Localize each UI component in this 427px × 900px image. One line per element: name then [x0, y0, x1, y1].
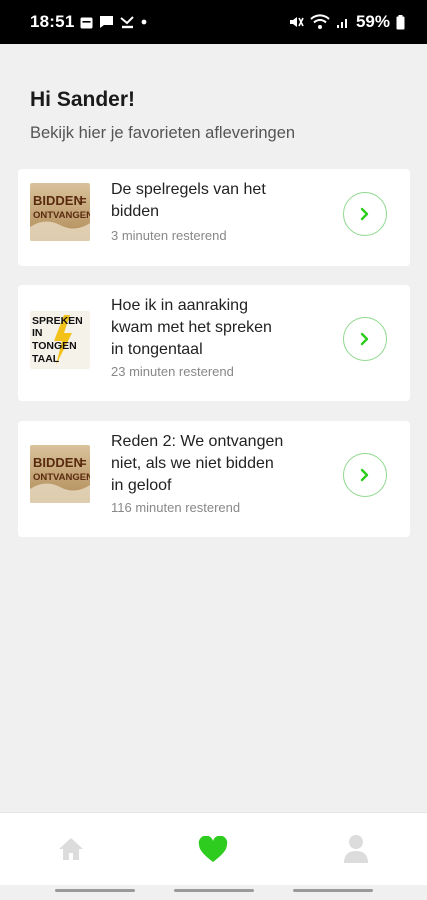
wifi-icon [310, 14, 330, 30]
episode-remaining: 3 minuten resterend [111, 228, 227, 243]
chevron-right-icon [360, 207, 369, 221]
chevron-right-icon [360, 468, 369, 482]
episode-card[interactable]: BIDDEN = ONTVANGEN De spelregels van het… [18, 169, 410, 266]
episode-title: Reden 2: We ontvangen niet, als we niet … [111, 433, 284, 494]
thumb-sign: = [79, 193, 87, 208]
thumb-line1: BIDDEN [33, 193, 83, 208]
episode-thumbnail: BIDDEN = ONTVANGEN [30, 445, 90, 503]
heart-icon [198, 835, 228, 862]
episode-thumbnail: BIDDEN = ONTVANGEN [30, 183, 90, 241]
play-button[interactable] [343, 192, 387, 236]
calendar-icon [80, 16, 93, 29]
thumb-line4: TAAL [32, 353, 60, 365]
chevron-right-icon [360, 332, 369, 346]
episode-title: De spelregels van het bidden [111, 181, 266, 220]
episode-remaining: 23 minuten resterend [111, 364, 234, 379]
profile-icon [344, 835, 368, 863]
gesture-indicator [293, 889, 373, 892]
thumb-line1: BIDDEN [33, 455, 83, 470]
thumb-line1: SPREKEN [32, 315, 83, 327]
missed-call-icon [120, 15, 135, 29]
episode-title: Hoe ik in aanraking kwam met het spreken… [111, 297, 272, 358]
episode-card[interactable]: SPREKEN IN TONGEN TAAL Hoe ik in aanraki… [18, 285, 410, 401]
page-subtitle: Bekijk hier je favorieten afleveringen [30, 124, 296, 142]
battery-icon [396, 14, 405, 30]
gesture-indicator [174, 889, 254, 892]
home-icon [59, 838, 83, 860]
episode-thumbnail: SPREKEN IN TONGEN TAAL [30, 311, 90, 369]
thumb-line2: ONTVANGEN [33, 472, 90, 483]
battery-percentage: 59% [355, 12, 390, 31]
play-button[interactable] [343, 317, 387, 361]
status-time: 18:51 [30, 12, 75, 31]
thumb-line3: TONGEN [32, 340, 77, 352]
signal-icon [336, 15, 350, 29]
message-icon [99, 15, 114, 29]
episode-card[interactable]: BIDDEN = ONTVANGEN Reden 2: We ontvangen… [18, 421, 410, 537]
nav-home[interactable] [55, 833, 87, 865]
status-bar: 18:51 59% [0, 0, 427, 44]
episode-remaining: 116 minuten resterend [111, 500, 241, 515]
thumb-line2: ONTVANGEN [33, 210, 90, 221]
bottom-navigation [0, 812, 427, 885]
thumb-sign: = [79, 455, 87, 470]
page-title: Hi Sander! [30, 88, 136, 111]
mute-icon [288, 14, 304, 30]
nav-profile[interactable] [340, 833, 372, 865]
play-button[interactable] [343, 453, 387, 497]
thumb-line2: IN [32, 327, 43, 339]
gesture-indicator [55, 889, 135, 892]
dot-icon [141, 19, 147, 25]
nav-favorites[interactable] [197, 833, 229, 865]
